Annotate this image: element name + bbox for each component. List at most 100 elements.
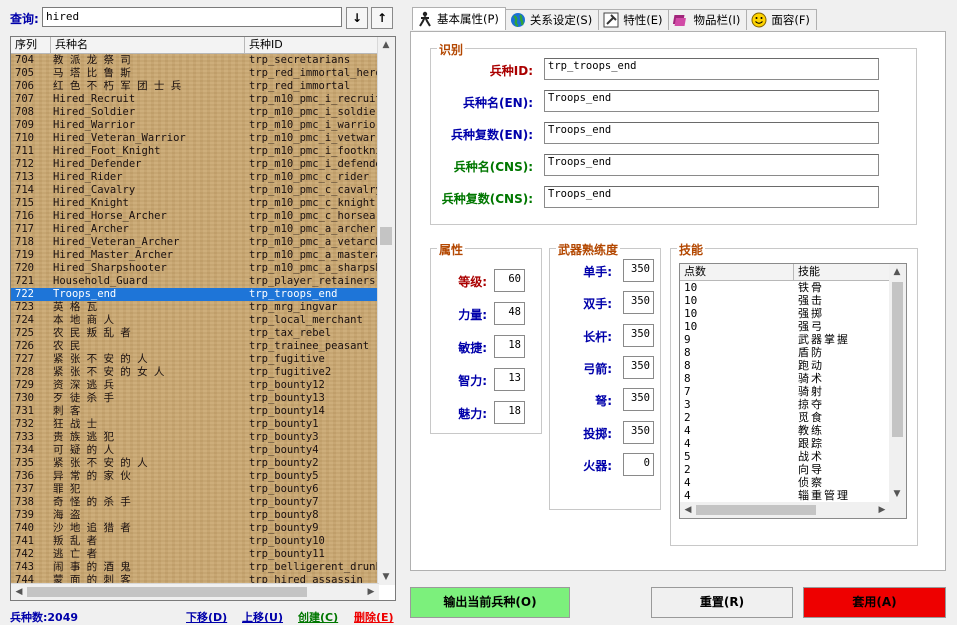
tab-relations[interactable]: 关系设定(S) xyxy=(504,9,600,30)
skill-row[interactable]: 4 侦察 xyxy=(680,476,890,489)
table-row[interactable]: 723 英 格 瓦 trp_mrg_ingvar xyxy=(11,301,377,314)
troop-list-vertical-scrollbar[interactable]: ▲ ▼ xyxy=(377,37,395,585)
name-cns-field[interactable]: Troops_end xyxy=(544,154,879,176)
troop-list-horizontal-scrollbar[interactable]: ◀ ▶ xyxy=(11,583,379,600)
table-row[interactable]: 740 沙 地 追 猎 者 trp_bounty9 xyxy=(11,522,377,535)
scroll-left-arrow-icon[interactable]: ◀ xyxy=(11,584,27,600)
skill-row[interactable]: 2 觅食 xyxy=(680,411,890,424)
search-prev-button[interactable]: ↑ xyxy=(371,7,393,29)
skill-row[interactable]: 3 掠夺 xyxy=(680,398,890,411)
column-header-skill[interactable]: 技能 xyxy=(794,264,890,280)
table-row[interactable]: 742 逃 亡 者 trp_bounty11 xyxy=(11,548,377,561)
search-next-button[interactable]: ↓ xyxy=(346,7,368,29)
table-row[interactable]: 704 教 派 龙 祭 司 trp_secretarians xyxy=(11,54,377,67)
table-row[interactable]: 741 叛 乱 者 trp_bounty10 xyxy=(11,535,377,548)
table-row[interactable]: 719 Hired_Master_Archer trp_m10_pmc_a_mast… xyxy=(11,249,377,262)
skill-row[interactable]: 10 强掷 xyxy=(680,307,890,320)
scroll-up-arrow-icon[interactable]: ▲ xyxy=(378,37,394,53)
move-down-link[interactable]: 下移(D) xyxy=(186,609,227,625)
table-row[interactable]: 735 紧 张 不 安 的 人 trp_bounty2 xyxy=(11,457,377,470)
weapon-proficiency-field[interactable]: 0 xyxy=(623,452,654,476)
table-row[interactable]: 739 海 盗 trp_bounty8 xyxy=(11,509,377,522)
column-header-points[interactable]: 点数 xyxy=(680,264,794,280)
table-row[interactable]: 720 Hired_Sharpshooter trp_m10_pmc_a_sharp… xyxy=(11,262,377,275)
skill-row[interactable]: 8 骑术 xyxy=(680,372,890,385)
table-row[interactable]: 706 红 色 不 朽 军 团 士 兵 trp_red_immortal xyxy=(11,80,377,93)
scroll-left-arrow-icon[interactable]: ◀ xyxy=(680,502,696,518)
tab-traits[interactable]: 特性(E) xyxy=(598,9,670,30)
table-row[interactable]: 710 Hired_Veteran_Warrior trp_m10_pmc_i_ve… xyxy=(11,132,377,145)
skill-row[interactable]: 8 盾防 xyxy=(680,346,890,359)
table-row-selected[interactable]: 722 Troops_end trp_troops_end xyxy=(11,288,377,301)
plural-cns-field[interactable]: Troops_end xyxy=(544,186,879,208)
skill-row[interactable]: 9 武器掌握 xyxy=(680,333,890,346)
skill-row[interactable]: 5 战术 xyxy=(680,450,890,463)
move-up-link[interactable]: 上移(U) xyxy=(242,609,283,625)
table-row[interactable]: 712 Hired_Defender trp_m10_pmc_i_defender xyxy=(11,158,377,171)
skill-row[interactable]: 4 跟踪 xyxy=(680,437,890,450)
weapon-proficiency-field[interactable]: 350 xyxy=(623,291,654,315)
troop-list[interactable]: 序列 兵种名 兵种ID 704 教 派 龙 祭 司 trp_secretarians… xyxy=(10,36,396,601)
table-row[interactable]: 731 刺 客 trp_bounty14 xyxy=(11,405,377,418)
skill-row[interactable]: 2 向导 xyxy=(680,463,890,476)
skill-row[interactable]: 10 强弓 xyxy=(680,320,890,333)
horizontal-scroll-thumb[interactable] xyxy=(27,587,307,597)
attribute-value-field[interactable]: 60 xyxy=(494,269,525,292)
table-row[interactable]: 721 Household_Guard trp_player_retainers xyxy=(11,275,377,288)
scroll-up-arrow-icon[interactable]: ▲ xyxy=(889,264,905,280)
attribute-value-field[interactable]: 18 xyxy=(494,401,525,424)
scroll-down-arrow-icon[interactable]: ▼ xyxy=(889,486,905,502)
table-row[interactable]: 727 紧 张 不 安 的 人 trp_fugitive xyxy=(11,353,377,366)
table-row[interactable]: 728 紧 张 不 安 的 女 人 trp_fugitive2 xyxy=(11,366,377,379)
export-troop-button[interactable]: 输出当前兵种(O) xyxy=(410,587,570,618)
column-header-id[interactable]: 兵种ID xyxy=(245,37,379,53)
create-link[interactable]: 创建(C) xyxy=(298,609,338,625)
attribute-value-field[interactable]: 48 xyxy=(494,302,525,325)
table-row[interactable]: 711 Hired_Foot_Knight trp_m10_pmc_i_footkn… xyxy=(11,145,377,158)
search-input[interactable]: hired xyxy=(42,7,342,27)
weapon-proficiency-field[interactable]: 350 xyxy=(623,388,654,412)
tab-basic-attributes[interactable]: 基本属性(P) xyxy=(412,7,506,30)
scroll-right-arrow-icon[interactable]: ▶ xyxy=(874,502,890,518)
tab-inventory[interactable]: 物品栏(I) xyxy=(668,9,748,30)
table-row[interactable]: 718 Hired_Veteran_Archer trp_m10_pmc_a_vet… xyxy=(11,236,377,249)
table-row[interactable]: 713 Hired_Rider trp_m10_pmc_c_rider xyxy=(11,171,377,184)
skill-row[interactable]: 4 教练 xyxy=(680,424,890,437)
table-row[interactable]: 737 罪 犯 trp_bounty6 xyxy=(11,483,377,496)
scroll-down-arrow-icon[interactable]: ▼ xyxy=(378,569,394,585)
skill-row[interactable]: 10 强击 xyxy=(680,294,890,307)
table-row[interactable]: 730 歹 徒 杀 手 trp_bounty13 xyxy=(11,392,377,405)
table-row[interactable]: 716 Hired_Horse_Archer trp_m10_pmc_c_horse… xyxy=(11,210,377,223)
table-row[interactable]: 708 Hired_Soldier trp_m10_pmc_i_soldier xyxy=(11,106,377,119)
column-header-name[interactable]: 兵种名 xyxy=(51,37,245,53)
skill-list-horizontal-scrollbar[interactable]: ◀ ▶ xyxy=(680,502,906,518)
apply-button[interactable]: 套用(A) xyxy=(803,587,946,618)
table-row[interactable]: 729 资 深 逃 兵 trp_bounty12 xyxy=(11,379,377,392)
scroll-thumb[interactable] xyxy=(892,282,903,437)
name-en-field[interactable]: Troops_end xyxy=(544,90,879,112)
table-row[interactable]: 738 奇 怪 的 杀 手 trp_bounty7 xyxy=(11,496,377,509)
troop-id-field[interactable]: trp_troops_end xyxy=(544,58,879,80)
horizontal-scroll-thumb[interactable] xyxy=(696,505,816,515)
plural-en-field[interactable]: Troops_end xyxy=(544,122,879,144)
scroll-right-arrow-icon[interactable]: ▶ xyxy=(363,584,379,600)
skill-row[interactable]: 10 铁骨 xyxy=(680,281,890,294)
weapon-proficiency-field[interactable]: 350 xyxy=(623,355,654,379)
reset-button[interactable]: 重置(R) xyxy=(651,587,793,618)
delete-link[interactable]: 删除(E) xyxy=(354,609,394,625)
column-header-index[interactable]: 序列 xyxy=(11,37,51,53)
skill-row[interactable]: 4 辎重管理 xyxy=(680,489,890,502)
tab-face[interactable]: 面容(F) xyxy=(746,9,817,30)
table-row[interactable]: 705 马 塔 比 鲁 斯 trp_red_immortal_hero xyxy=(11,67,377,80)
table-row[interactable]: 707 Hired_Recruit trp_m10_pmc_i_recruit xyxy=(11,93,377,106)
weapon-proficiency-field[interactable]: 350 xyxy=(623,420,654,444)
table-row[interactable]: 732 狂 战 士 trp_bounty1 xyxy=(11,418,377,431)
attribute-value-field[interactable]: 18 xyxy=(494,335,525,358)
table-row[interactable]: 734 可 疑 的 人 trp_bounty4 xyxy=(11,444,377,457)
weapon-proficiency-field[interactable]: 350 xyxy=(623,259,654,282)
table-row[interactable]: 717 Hired_Archer trp_m10_pmc_a_archer xyxy=(11,223,377,236)
table-row[interactable]: 709 Hired_Warrior trp_m10_pmc_i_warrior xyxy=(11,119,377,132)
table-row[interactable]: 733 贵 族 逃 犯 trp_bounty3 xyxy=(11,431,377,444)
skill-list[interactable]: 点数 技能 10 铁骨 10 强击 10 强掷 10 强弓 9 武器掌握 8 盾防 8 跑动 8 骑术 7 骑射 3… xyxy=(679,263,907,519)
table-row[interactable]: 725 农 民 叛 乱 者 trp_tax_rebel xyxy=(11,327,377,340)
